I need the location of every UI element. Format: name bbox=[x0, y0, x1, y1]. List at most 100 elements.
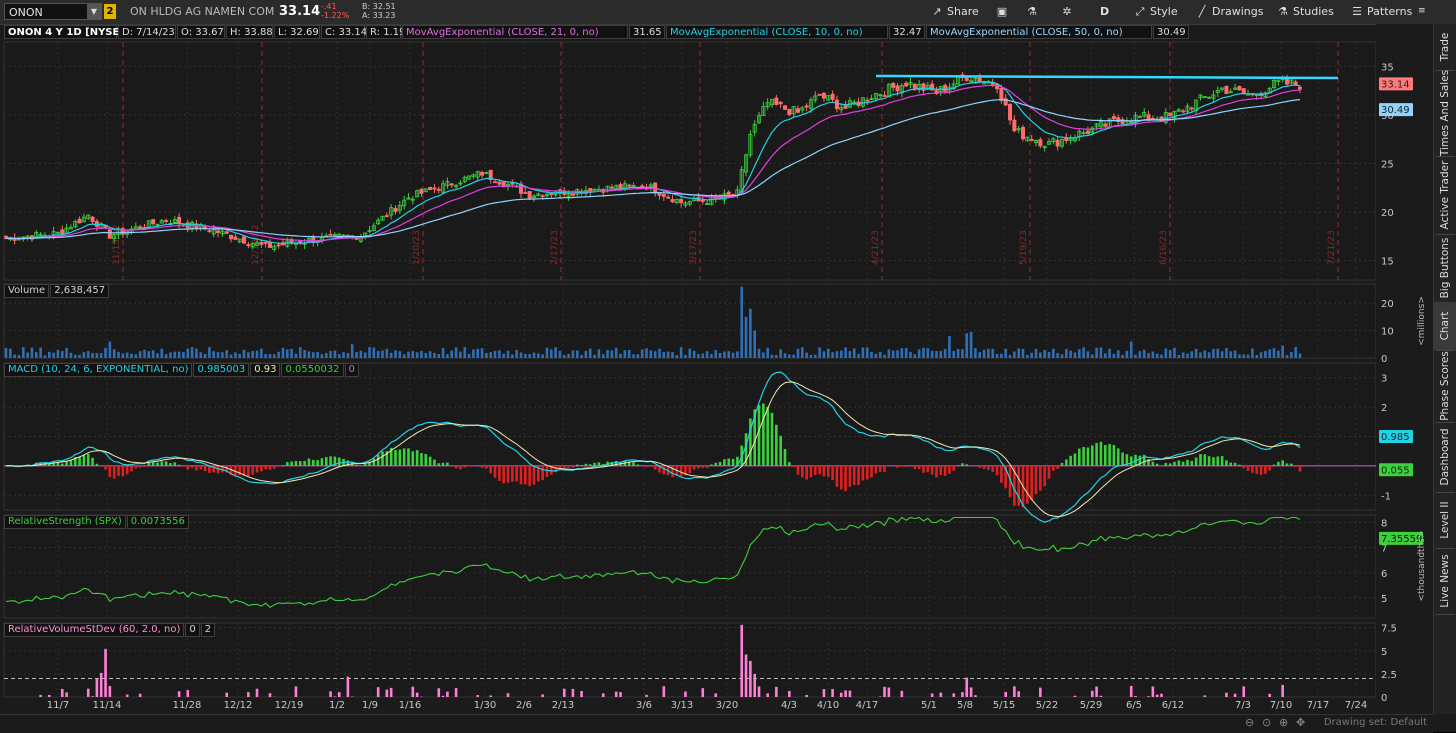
macd-label[interactable]: MACD (10, 24, 6, EXPONENTIAL, no) bbox=[4, 363, 192, 377]
volume-bar bbox=[961, 349, 964, 358]
x-tick-label: 2/13 bbox=[552, 700, 574, 711]
pan-icon[interactable]: ✥ bbox=[1296, 716, 1305, 729]
sidebar-tab-label: Times And Sales bbox=[1439, 70, 1451, 156]
rvol-bar bbox=[931, 694, 934, 697]
candle-body bbox=[1285, 79, 1288, 84]
rs-tick-label: 8 bbox=[1381, 519, 1387, 530]
rvol-bar bbox=[805, 695, 808, 697]
volume-bar bbox=[1039, 352, 1042, 358]
sidebar-tab-trade[interactable]: Trade bbox=[1434, 24, 1456, 70]
volume-bar bbox=[295, 354, 298, 358]
macd-histogram-bar bbox=[927, 466, 930, 472]
macd-histogram-bar bbox=[1169, 463, 1172, 466]
rvol-bar bbox=[1039, 688, 1042, 697]
drawing-set-label[interactable]: Drawing set: Default bbox=[1324, 717, 1427, 728]
volume-bar bbox=[927, 348, 930, 358]
volume-bar bbox=[299, 347, 302, 358]
macd-histogram-bar bbox=[710, 464, 713, 465]
volume-bar bbox=[935, 351, 938, 358]
macd-histogram-bar bbox=[931, 466, 934, 475]
volume-bar bbox=[775, 355, 778, 358]
volume-bar bbox=[1242, 355, 1245, 358]
volume-bar bbox=[1000, 354, 1003, 358]
macd-histogram-bar bbox=[290, 462, 293, 466]
macd-histogram-bar bbox=[792, 466, 795, 467]
volume-bar bbox=[836, 351, 839, 358]
macd-histogram-bar bbox=[429, 457, 432, 466]
rvol-bar bbox=[186, 690, 189, 697]
macd-histogram-bar bbox=[844, 466, 847, 491]
macd-histogram-bar bbox=[433, 460, 436, 466]
volume-bar bbox=[308, 351, 311, 358]
volume-bar bbox=[632, 354, 635, 358]
macd-histogram-bar bbox=[1203, 454, 1206, 466]
macd-histogram-bar bbox=[420, 453, 423, 466]
volume-bar bbox=[1286, 355, 1289, 358]
rvol-bar bbox=[961, 692, 964, 697]
rvol-label[interactable]: RelativeVolumeStDev (60, 2.0, no) bbox=[4, 623, 184, 637]
rvol-bar bbox=[775, 687, 778, 697]
volume-bar bbox=[745, 317, 748, 358]
macd-histogram-bar bbox=[1039, 466, 1042, 491]
candle-body bbox=[511, 183, 514, 184]
rs-label[interactable]: RelativeStrength (SPX) bbox=[4, 515, 126, 529]
volume-bar bbox=[61, 351, 64, 358]
macd-histogram-bar bbox=[688, 466, 691, 473]
volume-bar bbox=[342, 352, 345, 358]
x-tick-label: 7/24 bbox=[1345, 700, 1367, 711]
sidebar-tab-big-buttons[interactable]: Big Buttons bbox=[1434, 234, 1456, 302]
volume-bar bbox=[1100, 347, 1103, 358]
macd-histogram-bar bbox=[1091, 445, 1094, 465]
volume-bar bbox=[260, 349, 263, 358]
volume-bar bbox=[870, 352, 873, 358]
volume-tick-label: 10 bbox=[1381, 327, 1394, 338]
rvol-bar bbox=[329, 691, 332, 697]
volume-bar bbox=[520, 352, 523, 358]
rvol-bar bbox=[390, 688, 393, 697]
volume-bar bbox=[580, 355, 583, 358]
volume-bar bbox=[485, 353, 488, 358]
sidebar-tab-phase-scores[interactable]: Phase Scores bbox=[1434, 350, 1456, 422]
earnings-date-label: 7/21/23 bbox=[1327, 230, 1337, 265]
macd-histogram-bar bbox=[1260, 466, 1263, 475]
right-sidebar: TradeTimes And SalesActive TraderBig But… bbox=[1433, 24, 1456, 714]
zoom-out-icon[interactable]: ⊖ bbox=[1245, 716, 1254, 729]
macd-histogram-bar bbox=[944, 466, 947, 476]
volume-bar bbox=[1030, 353, 1033, 358]
sidebar-tab-times-and-sales[interactable]: Times And Sales bbox=[1434, 70, 1456, 156]
candle-body bbox=[680, 199, 683, 202]
sidebar-tab-live-news[interactable]: Live News bbox=[1434, 548, 1456, 614]
candle-body bbox=[78, 219, 81, 223]
volume-bar bbox=[922, 348, 925, 358]
sidebar-tab-dashboard[interactable]: Dashboard bbox=[1434, 422, 1456, 492]
chart-canvas[interactable]: 11/15/2212/16/221/20/232/17/233/17/234/2… bbox=[0, 0, 1433, 714]
rs-value: 0.0073556 bbox=[127, 515, 189, 529]
candle-body bbox=[662, 194, 665, 196]
zoom-in-icon[interactable]: ⊕ bbox=[1279, 716, 1288, 729]
sidebar-tab-chart[interactable]: Chart bbox=[1434, 302, 1456, 350]
rvol-bar bbox=[939, 693, 942, 697]
rvol-bar bbox=[1130, 686, 1133, 697]
volume-label[interactable]: Volume bbox=[4, 284, 49, 298]
volume-bar bbox=[537, 353, 540, 358]
volume-bar bbox=[148, 351, 151, 358]
macd-histogram-bar bbox=[485, 466, 488, 469]
candle-body bbox=[913, 84, 916, 88]
macd-histogram-bar bbox=[572, 466, 575, 468]
sidebar-tab-active-trader[interactable]: Active Trader bbox=[1434, 156, 1456, 234]
volume-bar bbox=[225, 350, 228, 358]
candle-body bbox=[805, 106, 808, 107]
macd-histogram-bar bbox=[1078, 449, 1081, 466]
volume-bar bbox=[606, 350, 609, 358]
macd-histogram-bar bbox=[186, 466, 189, 470]
sidebar-tab-level-ii[interactable]: Level II bbox=[1434, 492, 1456, 548]
volume-bar bbox=[1134, 355, 1137, 358]
volume-bar bbox=[368, 347, 371, 358]
volume-bar bbox=[875, 354, 878, 358]
volume-bar bbox=[273, 354, 276, 358]
macd-histogram-bar bbox=[589, 464, 592, 466]
volume-bar bbox=[957, 349, 960, 358]
rvol-bar bbox=[745, 654, 748, 697]
zoom-icon[interactable]: ⊙ bbox=[1262, 716, 1271, 729]
rs-tick-label: 5 bbox=[1381, 594, 1387, 605]
